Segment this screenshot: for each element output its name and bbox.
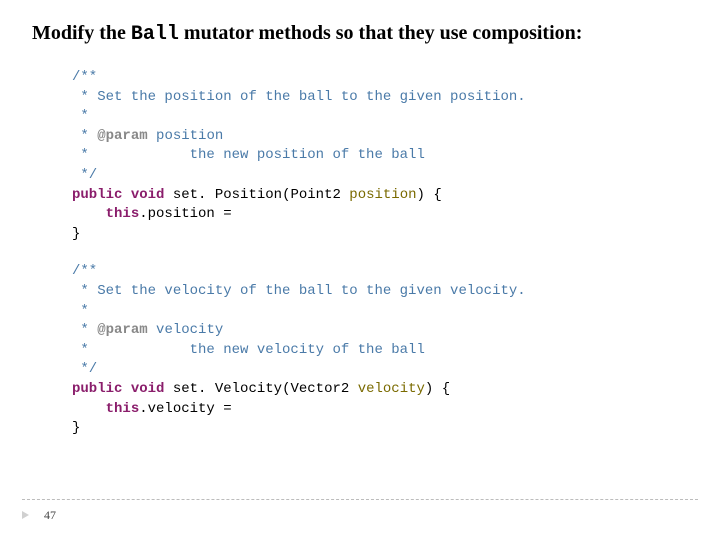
title-post: mutator methods so that they use composi… <box>179 22 583 44</box>
dot: . <box>139 206 147 222</box>
brace: } <box>72 420 80 436</box>
doc-line: * Set the velocity of the ball to the gi… <box>72 283 526 299</box>
footer: 47 <box>22 499 698 524</box>
page-number: 47 <box>44 508 56 522</box>
doc-line: * Set the position of the ball to the gi… <box>72 89 526 105</box>
eq: = <box>215 206 232 222</box>
doc-line: velocity <box>148 322 224 338</box>
doc-close: */ <box>72 167 97 183</box>
indent <box>72 401 106 417</box>
field: position <box>148 206 215 222</box>
doc-line: * the new position of the ball <box>72 147 425 163</box>
dot: . <box>139 401 147 417</box>
param-name: velocity <box>358 381 425 397</box>
brace: { <box>425 187 442 203</box>
doc-line: position <box>148 128 224 144</box>
brace: { <box>433 381 450 397</box>
code-block-1: /** * Set the position of the ball to th… <box>72 68 688 244</box>
doc-line: * <box>72 128 97 144</box>
field: velocity <box>148 401 215 417</box>
keyword-this: this <box>106 401 140 417</box>
javadoc-tag: @param <box>97 322 147 338</box>
doc-line: * the new velocity of the ball <box>72 342 425 358</box>
brace: } <box>72 226 80 242</box>
title-mono: Ball <box>131 23 179 46</box>
doc-open: /** <box>72 263 97 279</box>
doc-open: /** <box>72 69 97 85</box>
paren: ) <box>417 187 425 203</box>
method-name: set. Velocity <box>173 381 282 397</box>
javadoc-tag: @param <box>97 128 147 144</box>
doc-line: * <box>72 108 89 124</box>
keyword-public: public <box>72 187 122 203</box>
doc-line: * <box>72 322 97 338</box>
title-pre: Modify the <box>32 22 131 44</box>
param-type: Vector2 <box>290 381 349 397</box>
doc-line: * <box>72 303 89 319</box>
arrow-icon <box>22 511 29 519</box>
keyword-void: void <box>131 381 165 397</box>
keyword-public: public <box>72 381 122 397</box>
code-block-2: /** * Set the velocity of the ball to th… <box>72 262 688 438</box>
method-name: set. Position <box>173 187 282 203</box>
slide: Modify the Ball mutator methods so that … <box>0 0 720 540</box>
keyword-void: void <box>131 187 165 203</box>
eq: = <box>215 401 232 417</box>
keyword-this: this <box>106 206 140 222</box>
param-type: Point2 <box>290 187 340 203</box>
doc-close: */ <box>72 361 97 377</box>
param-name: position <box>349 187 416 203</box>
indent <box>72 206 106 222</box>
slide-title: Modify the Ball mutator methods so that … <box>32 22 688 46</box>
